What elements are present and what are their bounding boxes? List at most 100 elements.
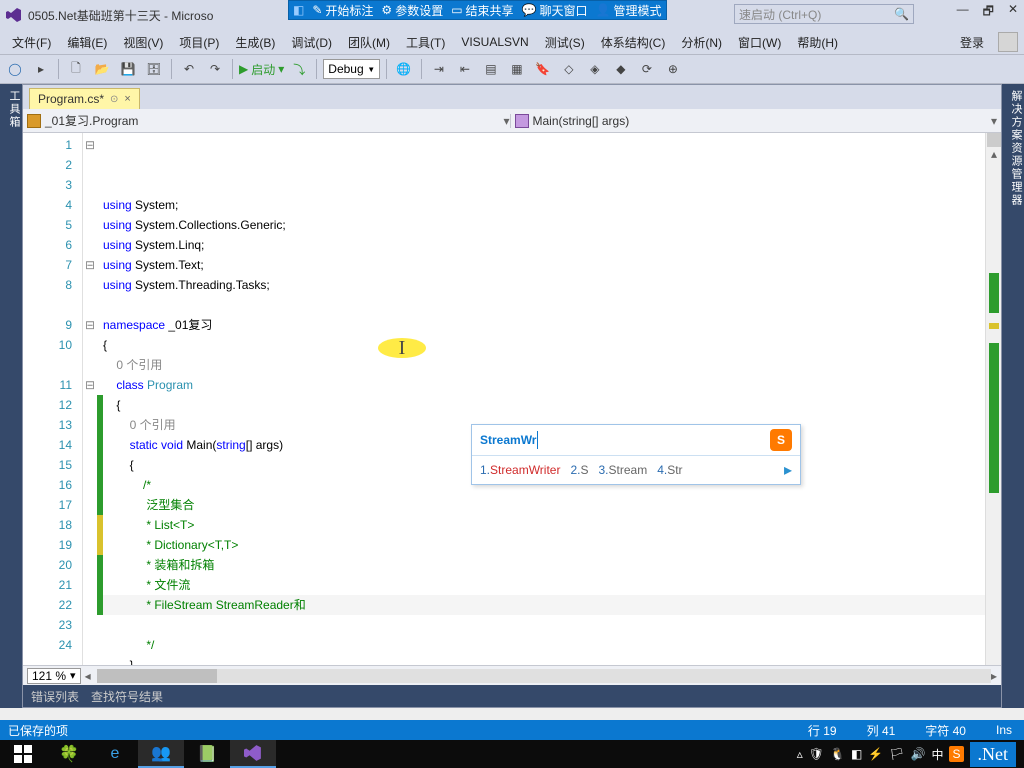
user-avatar-icon[interactable]: [998, 32, 1018, 52]
overview-ruler[interactable]: ▴: [985, 133, 1001, 665]
document-tab[interactable]: Program.cs* ⊙ ×: [29, 88, 140, 109]
menu-test[interactable]: 测试(S): [539, 32, 591, 53]
pin-icon[interactable]: ⊙: [110, 94, 118, 105]
nav-back-icon[interactable]: ◯: [4, 58, 26, 80]
zoom-select[interactable]: 121 % ▾: [27, 668, 81, 684]
tb3-icon[interactable]: ◆: [610, 58, 632, 80]
editor-footer: 121 % ▾ ◂ ▸: [23, 665, 1001, 685]
new-project-icon[interactable]: 🗋: [65, 58, 87, 80]
task-app1-icon[interactable]: 🍀: [46, 740, 92, 768]
task-app3-icon[interactable]: 📗: [184, 740, 230, 768]
task-vs-icon[interactable]: [230, 740, 276, 768]
tray-up-icon[interactable]: ▵: [797, 747, 803, 761]
menu-build[interactable]: 生成(B): [229, 32, 281, 53]
tb1-icon[interactable]: ◇: [558, 58, 580, 80]
outdent-icon[interactable]: ⇤: [454, 58, 476, 80]
comment-icon[interactable]: ▤: [480, 58, 502, 80]
config-select[interactable]: Debug ▾: [323, 59, 380, 79]
menu-debug[interactable]: 调试(D): [285, 32, 338, 53]
close-tab-icon[interactable]: ×: [124, 93, 130, 105]
nav-class[interactable]: _01复习.Program: [45, 112, 138, 129]
toolbox-panel-tab[interactable]: 工具箱: [0, 84, 22, 708]
class-icon: [27, 114, 41, 128]
fold-gutter[interactable]: ⊟⊟⊟⊟: [83, 133, 97, 665]
open-icon[interactable]: 📂: [91, 58, 113, 80]
tray-net-icon[interactable]: ⚡: [868, 747, 883, 761]
bookmark-icon[interactable]: 🔖: [532, 58, 554, 80]
window-title: 0505.Net基础班第十三天 - Microso: [28, 7, 213, 24]
tray-shield-icon[interactable]: 🛡: [809, 747, 824, 761]
vs-logo-icon: [6, 7, 22, 23]
menu-team[interactable]: 团队(M): [342, 32, 396, 53]
tb5-icon[interactable]: ⊕: [662, 58, 684, 80]
share-start[interactable]: ✎ 开始标注: [312, 2, 373, 19]
workspace: 工具箱 Program.cs* ⊙ × _01复习.Program ▾ Main…: [0, 84, 1024, 708]
cursor-highlight-icon: I: [378, 338, 426, 358]
run-button[interactable]: ▶ 启动 ▾: [239, 61, 284, 78]
menu-bar: 文件(F) 编辑(E) 视图(V) 项目(P) 生成(B) 调试(D) 团队(M…: [0, 30, 1024, 54]
share-chat[interactable]: 💬 聊天窗口: [522, 2, 588, 19]
tray-flag-icon[interactable]: 🏳: [889, 747, 904, 761]
tray-vol-icon[interactable]: 🔊: [911, 747, 926, 761]
menu-tools[interactable]: 工具(T): [400, 32, 451, 53]
tray-sogou-icon[interactable]: S: [949, 746, 963, 762]
menu-view[interactable]: 视图(V): [117, 32, 169, 53]
scroll-up-icon[interactable]: ▴: [987, 147, 1001, 161]
code-area[interactable]: I using System;using System.Collections.…: [103, 133, 985, 665]
horizontal-scrollbar[interactable]: [97, 669, 991, 683]
ime-popup: StreamWrS 1.StreamWriter 2.S 3.Stream 4.…: [471, 424, 801, 485]
restore-button[interactable]: 🗗: [983, 2, 994, 23]
menu-arch[interactable]: 体系结构(C): [595, 32, 672, 53]
ime-candidates[interactable]: 1.StreamWriter 2.S 3.Stream 4.Str ▸: [472, 456, 800, 484]
share-end[interactable]: ▭ 结束共享: [451, 2, 513, 19]
tb4-icon[interactable]: ⟳: [636, 58, 658, 80]
task-ie-icon[interactable]: e: [92, 740, 138, 768]
tb2-icon[interactable]: ◈: [584, 58, 606, 80]
solution-explorer-tab[interactable]: 解决方案资源管理器: [1002, 84, 1024, 708]
status-saved: 已保存的项: [8, 722, 68, 739]
share-manage[interactable]: 👤 管理模式: [596, 2, 662, 19]
menu-login[interactable]: 登录: [954, 32, 990, 53]
method-icon: [515, 114, 529, 128]
tab-error-list[interactable]: 错误列表: [31, 688, 79, 705]
menu-help[interactable]: 帮助(H): [791, 32, 844, 53]
tray-ime-zh-icon[interactable]: 中: [931, 746, 943, 763]
start-button[interactable]: [0, 740, 46, 768]
ime-next-icon[interactable]: ▸: [784, 460, 792, 480]
tray-app-icon[interactable]: ◧: [851, 747, 862, 761]
status-bar: 已保存的项 行 19 列 41 字符 40 Ins: [0, 720, 1024, 740]
uncomment-icon[interactable]: ▦: [506, 58, 528, 80]
status-col: 列 41: [867, 722, 896, 739]
undo-icon[interactable]: ↶: [178, 58, 200, 80]
close-button[interactable]: ✕: [1008, 2, 1018, 23]
share-handle-icon[interactable]: ◧: [293, 3, 304, 17]
nav-fwd-icon[interactable]: ▸: [30, 58, 52, 80]
menu-analyze[interactable]: 分析(N): [675, 32, 728, 53]
nav-method[interactable]: Main(string[] args): [533, 114, 630, 128]
system-tray[interactable]: ▵ 🛡 🐧 ◧ ⚡ 🏳 🔊 中 S .Net: [797, 742, 1024, 767]
code-editor[interactable]: 123456789101112131415161718192021222324 …: [23, 133, 1001, 665]
menu-project[interactable]: 项目(P): [173, 32, 225, 53]
redo-icon[interactable]: ↷: [204, 58, 226, 80]
menu-edit[interactable]: 编辑(E): [61, 32, 113, 53]
menu-svn[interactable]: VISUALSVN: [455, 33, 534, 51]
chevron-down-icon[interactable]: ▾: [991, 114, 997, 128]
menu-window[interactable]: 窗口(W): [732, 32, 787, 53]
minimize-button[interactable]: —: [957, 2, 969, 23]
indent-icon[interactable]: ⇥: [428, 58, 450, 80]
scroll-right-icon[interactable]: ▸: [991, 669, 997, 683]
save-icon[interactable]: 💾: [117, 58, 139, 80]
task-app2-icon[interactable]: 👥: [138, 740, 184, 768]
title-bar: 0505.Net基础班第十三天 - Microso ◧ ✎ 开始标注 ⚙ 参数设…: [0, 0, 1024, 30]
tray-dotnet-label: .Net: [970, 742, 1017, 767]
quick-launch-input[interactable]: 速启动 (Ctrl+Q)🔍: [734, 4, 914, 24]
scroll-left-icon[interactable]: ◂: [85, 669, 91, 683]
save-all-icon[interactable]: 🗄: [143, 58, 165, 80]
tray-qq-icon[interactable]: 🐧: [830, 747, 845, 761]
run-step-icon[interactable]: ⤵: [288, 58, 310, 80]
menu-file[interactable]: 文件(F): [6, 32, 57, 53]
tab-find-symbols[interactable]: 查找符号结果: [91, 688, 163, 705]
browser-icon[interactable]: 🌐: [393, 58, 415, 80]
share-params[interactable]: ⚙ 参数设置: [381, 2, 443, 19]
split-icon[interactable]: [987, 133, 1001, 147]
